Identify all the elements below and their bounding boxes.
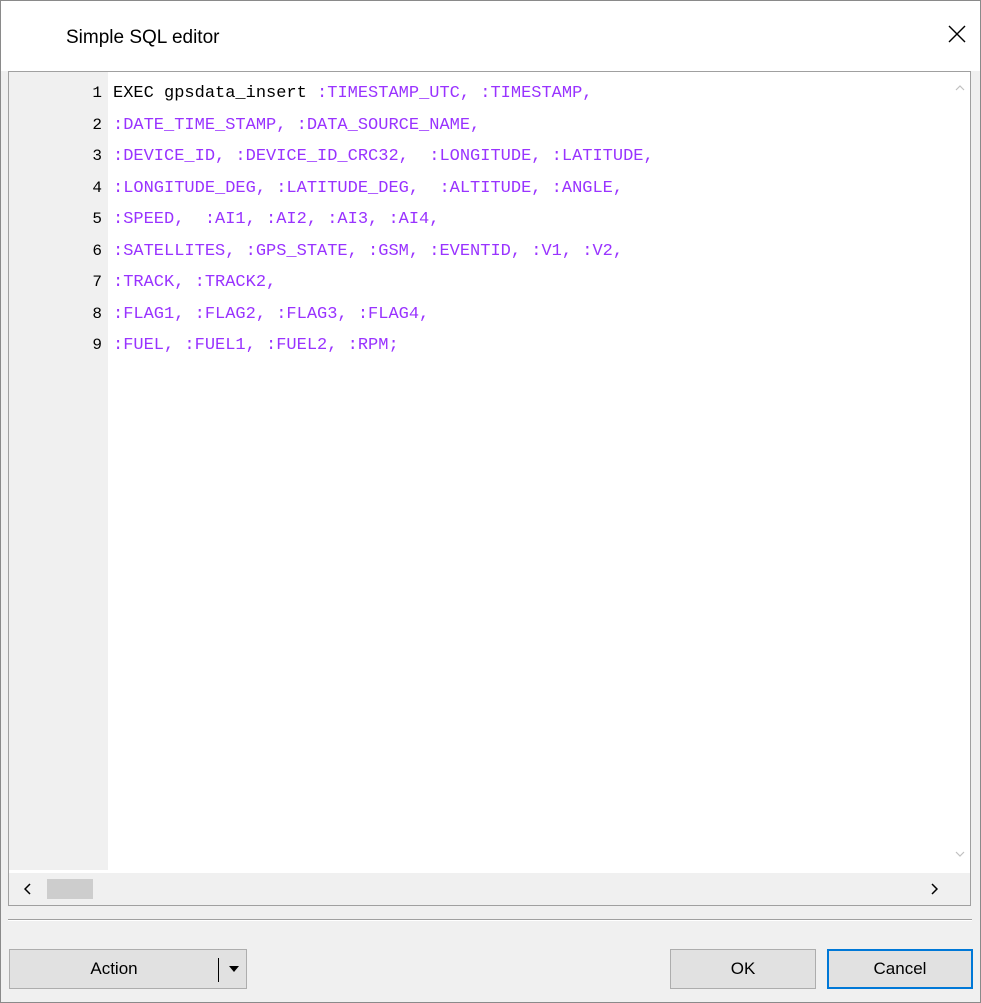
caret-down-icon: [229, 966, 239, 972]
sql-parameter-token: :FLAG1, :FLAG2, :FLAG3, :FLAG4,: [113, 304, 430, 324]
footer-separator: [8, 919, 972, 921]
split-divider: [218, 958, 219, 982]
code-line[interactable]: 9 :FUEL, :FUEL1, :FUEL2, :RPM;: [9, 330, 950, 361]
chevron-left-icon: [23, 883, 31, 895]
action-button[interactable]: Action: [9, 949, 247, 989]
sql-code-editor[interactable]: 1 EXEC gpsdata_insert :TIMESTAMP_UTC, :TI…: [8, 71, 971, 906]
sql-parameter-token: :FUEL, :FUEL1, :FUEL2, :RPM;: [113, 336, 399, 355]
scroll-up-button[interactable]: [950, 78, 970, 98]
sql-parameter-token: :DEVICE_ID, :DEVICE_ID_CRC32, :LONGITUDE…: [113, 147, 654, 166]
line-number: 9: [92, 336, 102, 354]
scroll-down-button[interactable]: [950, 844, 970, 864]
dialog-title: Simple SQL editor: [66, 27, 220, 48]
chevron-right-icon: [930, 883, 938, 895]
ok-button[interactable]: OK: [670, 949, 816, 989]
cancel-button[interactable]: Cancel: [827, 949, 973, 989]
code-text: :DATE_TIME_STAMP, :DATA_SOURCE_NAME,: [113, 110, 480, 141]
code-line[interactable]: 7 :TRACK, :TRACK2,: [9, 267, 950, 298]
line-number: 2: [92, 115, 102, 134]
sql-editor-dialog: Simple SQL editor 1 EXEC gpsdata_insert :…: [0, 0, 981, 1003]
sql-parameter-token: :LONGITUDE_DEG, :LATITUDE_DEG, :ALTITUDE…: [113, 178, 624, 198]
code-line[interactable]: 1 EXEC gpsdata_insert :TIMESTAMP_UTC, :TI…: [9, 78, 950, 109]
line-number: 4: [92, 178, 102, 197]
vertical-scrollbar[interactable]: [950, 72, 970, 870]
chevron-down-icon: [955, 851, 965, 857]
line-number: 8: [92, 304, 102, 323]
code-text: :SPEED, :AI1, :AI2, :AI3, :AI4,: [113, 204, 439, 235]
horizontal-scroll-thumb[interactable]: [47, 879, 93, 899]
sql-parameter-token: :TRACK, :TRACK2,: [113, 273, 277, 292]
sql-keyword-token: EXEC gpsdata_insert: [113, 84, 318, 103]
close-button[interactable]: [934, 11, 980, 57]
close-icon: [948, 25, 966, 43]
action-dropdown-toggle[interactable]: [222, 950, 246, 988]
code-line[interactable]: 8 :FLAG1, :FLAG2, :FLAG3, :FLAG4,: [9, 299, 950, 330]
chevron-up-icon: [955, 85, 965, 91]
code-line[interactable]: 3 :DEVICE_ID, :DEVICE_ID_CRC32, :LONGITUD…: [9, 141, 950, 172]
line-number: 3: [92, 147, 102, 165]
line-number: 1: [92, 84, 102, 102]
code-text: EXEC gpsdata_insert :TIMESTAMP_UTC, :TIM…: [113, 78, 593, 109]
code-line[interactable]: 5 :SPEED, :AI1, :AI2, :AI3, :AI4,: [9, 204, 950, 235]
code-text: :TRACK, :TRACK2,: [113, 267, 276, 298]
code-text: :SATELLITES, :GPS_STATE, :GSM, :EVENTID,…: [113, 236, 623, 267]
sql-parameter-token: :SPEED, :AI1, :AI2, :AI3, :AI4,: [113, 210, 440, 229]
scroll-right-button[interactable]: [916, 873, 952, 905]
sql-parameter-token: :SATELLITES, :GPS_STATE, :GSM, :EVENTID,…: [113, 241, 624, 261]
horizontal-scrollbar[interactable]: [9, 873, 970, 905]
sql-parameter-token: :TIMESTAMP_UTC, :TIMESTAMP,: [317, 84, 593, 103]
code-text: :DEVICE_ID, :DEVICE_ID_CRC32, :LONGITUDE…: [113, 141, 654, 172]
code-text: :LONGITUDE_DEG, :LATITUDE_DEG, :ALTITUDE…: [113, 173, 623, 204]
code-text: :FUEL, :FUEL1, :FUEL2, :RPM;: [113, 330, 399, 361]
line-number: 6: [92, 241, 102, 260]
title-bar: Simple SQL editor: [1, 1, 980, 71]
line-number: 5: [92, 210, 102, 228]
scroll-left-button[interactable]: [9, 873, 45, 905]
code-line[interactable]: 2 :DATE_TIME_STAMP, :DATA_SOURCE_NAME,: [9, 110, 950, 141]
action-button-label: Action: [90, 959, 138, 978]
code-line[interactable]: 6 :SATELLITES, :GPS_STATE, :GSM, :EVENTID…: [9, 236, 950, 267]
line-number: 7: [92, 273, 102, 291]
code-area[interactable]: 1 EXEC gpsdata_insert :TIMESTAMP_UTC, :TI…: [9, 72, 950, 870]
code-text: :FLAG1, :FLAG2, :FLAG3, :FLAG4,: [113, 299, 429, 330]
sql-parameter-token: :DATE_TIME_STAMP, :DATA_SOURCE_NAME,: [113, 115, 481, 135]
code-line[interactable]: 4 :LONGITUDE_DEG, :LATITUDE_DEG, :ALTITUD…: [9, 173, 950, 204]
